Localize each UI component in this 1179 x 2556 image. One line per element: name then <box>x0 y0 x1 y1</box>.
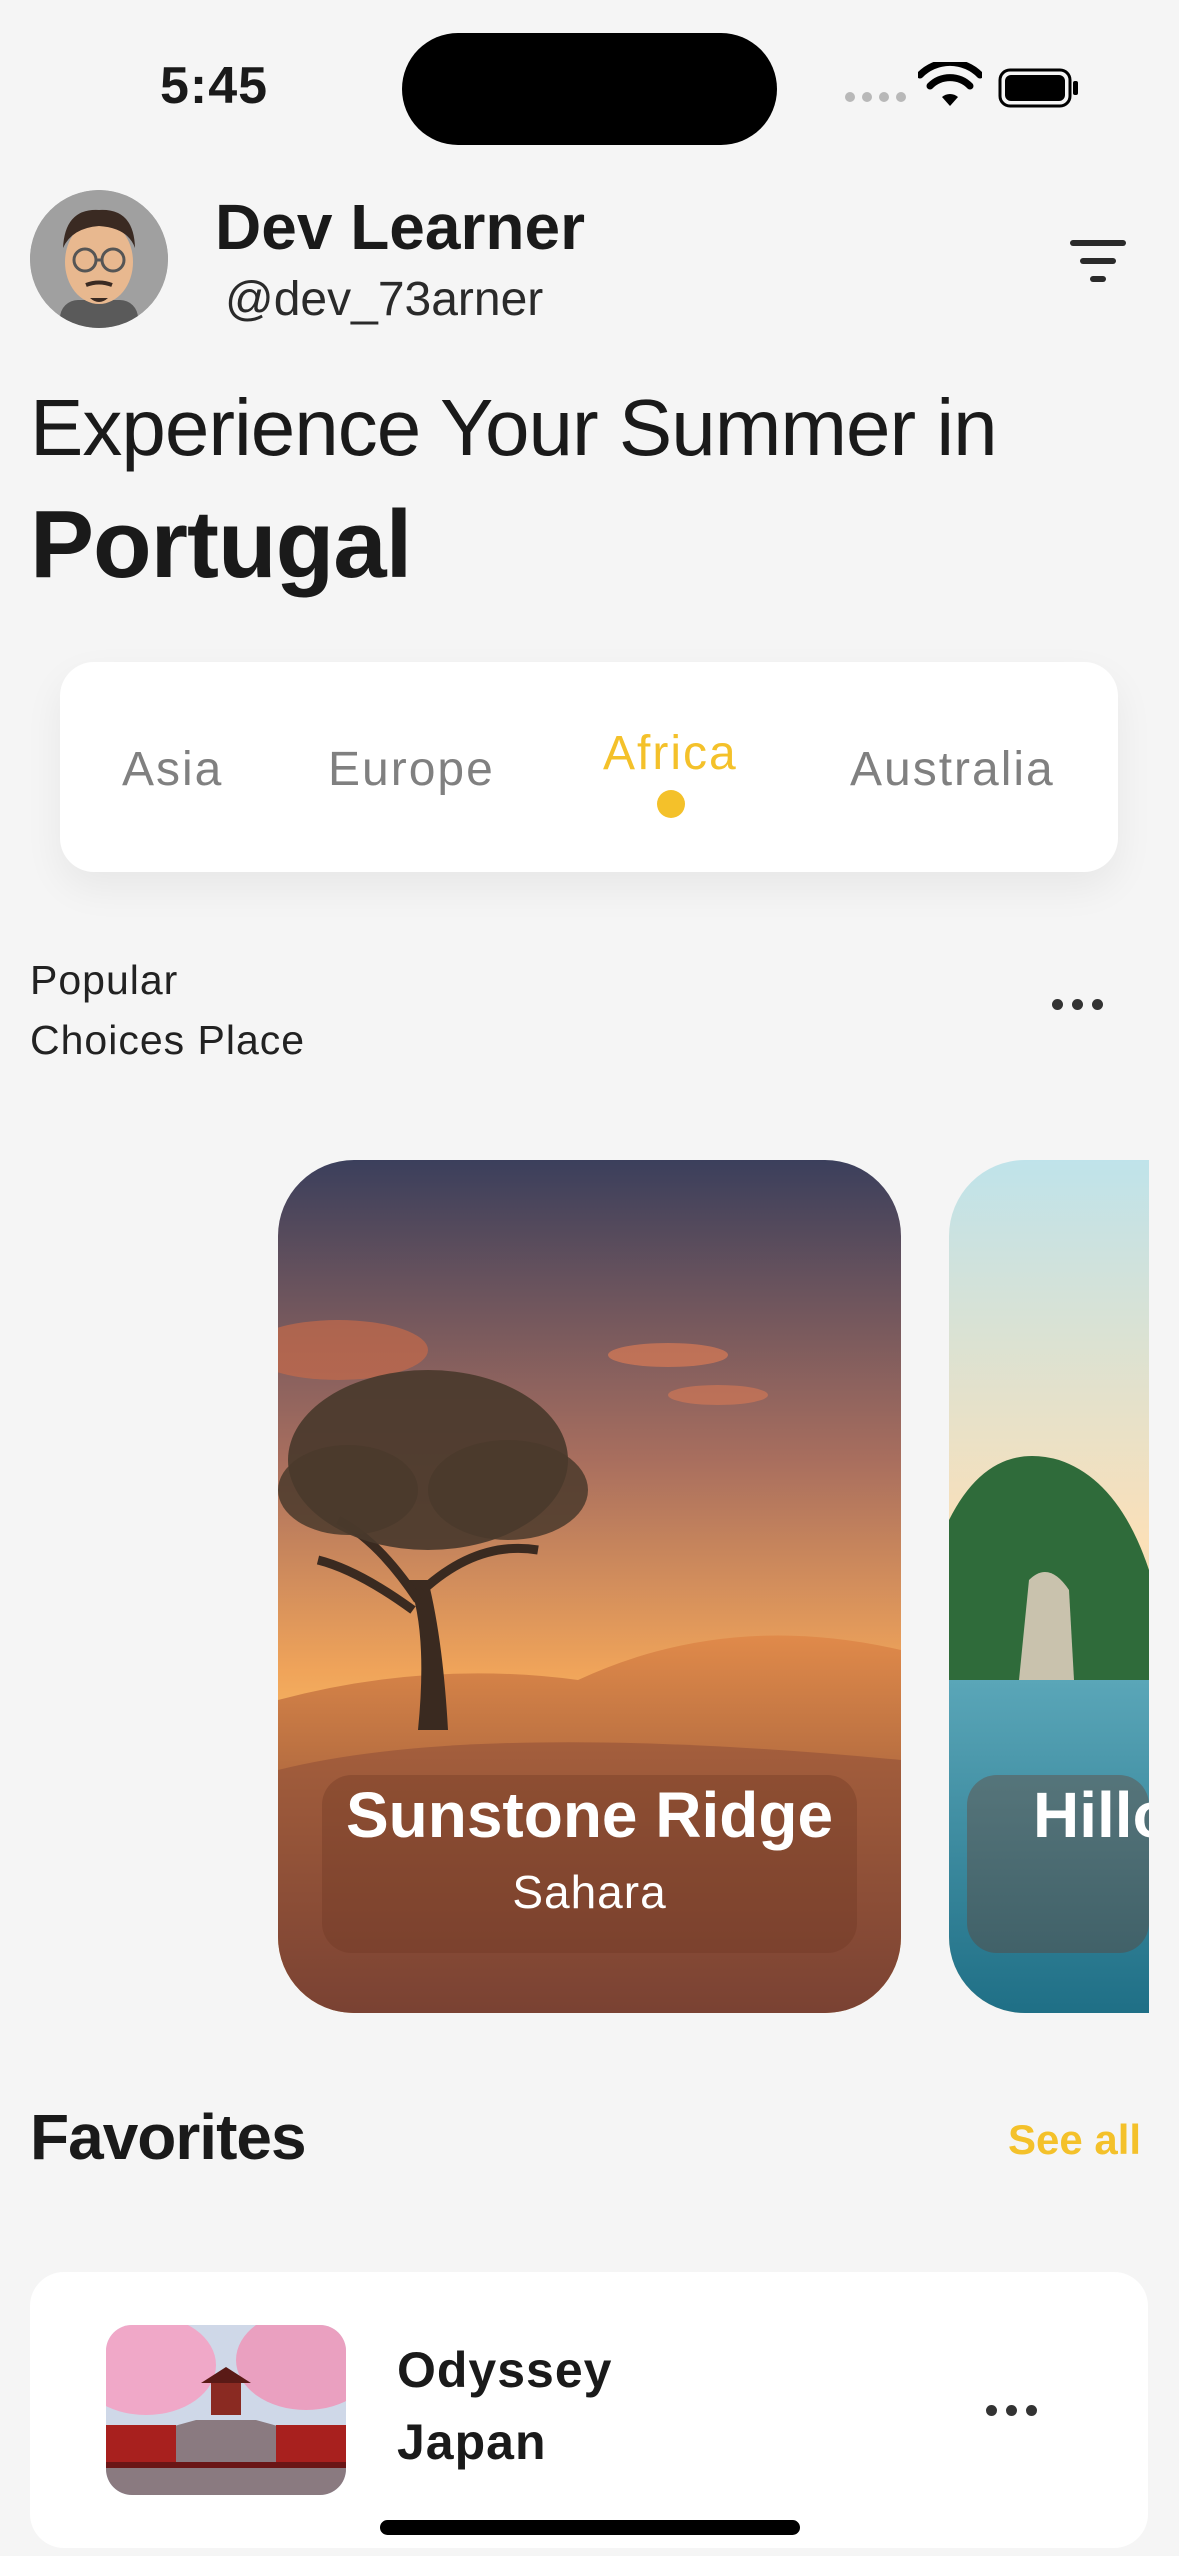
status-time: 5:45 <box>160 57 269 115</box>
battery-icon <box>998 68 1078 108</box>
destination-subtitle: Sahara <box>512 1866 667 1918</box>
favorite-name-line2: Japan <box>397 2414 547 2470</box>
signal-icon <box>845 92 906 102</box>
favorite-name-line1: Odyssey <box>397 2342 613 2398</box>
profile-name: Dev Learner <box>215 191 585 263</box>
region-tabs: Asia Europe Africa Australia <box>60 662 1118 872</box>
favorites-title: Favorites <box>30 2101 307 2173</box>
destination-title: Hillo <box>1033 1779 1149 1851</box>
destination-card[interactable]: Sunstone Ridge Sahara <box>278 1160 901 2013</box>
section-label-line2: Choices Place <box>30 1017 306 1063</box>
favorite-thumbnail <box>106 2325 346 2495</box>
more-icon[interactable] <box>986 2405 1037 2416</box>
tab-africa[interactable]: Africa <box>603 726 738 781</box>
section-label-line1: Popular <box>30 957 179 1003</box>
favorite-item[interactable]: Odyssey Japan <box>30 2272 1148 2548</box>
headline: Experience Your Summer in <box>30 383 998 472</box>
destination-title: Sunstone Ridge <box>345 1779 834 1851</box>
dynamic-island <box>402 33 777 145</box>
tab-asia[interactable]: Asia <box>122 742 223 797</box>
more-icon[interactable] <box>1052 999 1103 1010</box>
profile-handle: @dev_73arner <box>225 273 544 326</box>
headline-destination: Portugal <box>30 491 412 598</box>
tab-europe[interactable]: Europe <box>328 742 495 797</box>
wifi-icon <box>918 62 982 106</box>
favorite-name: Odyssey Japan <box>397 2334 612 2478</box>
home-indicator <box>380 2520 800 2535</box>
active-tab-indicator <box>657 790 685 818</box>
tab-australia[interactable]: Australia <box>850 742 1055 797</box>
avatar[interactable] <box>30 190 168 328</box>
destination-card[interactable]: Hillo <box>949 1160 1149 2013</box>
see-all-link[interactable]: See all <box>1008 2116 1141 2164</box>
section-label: Popular Choices Place <box>30 950 305 1070</box>
filter-icon[interactable] <box>1070 234 1140 290</box>
